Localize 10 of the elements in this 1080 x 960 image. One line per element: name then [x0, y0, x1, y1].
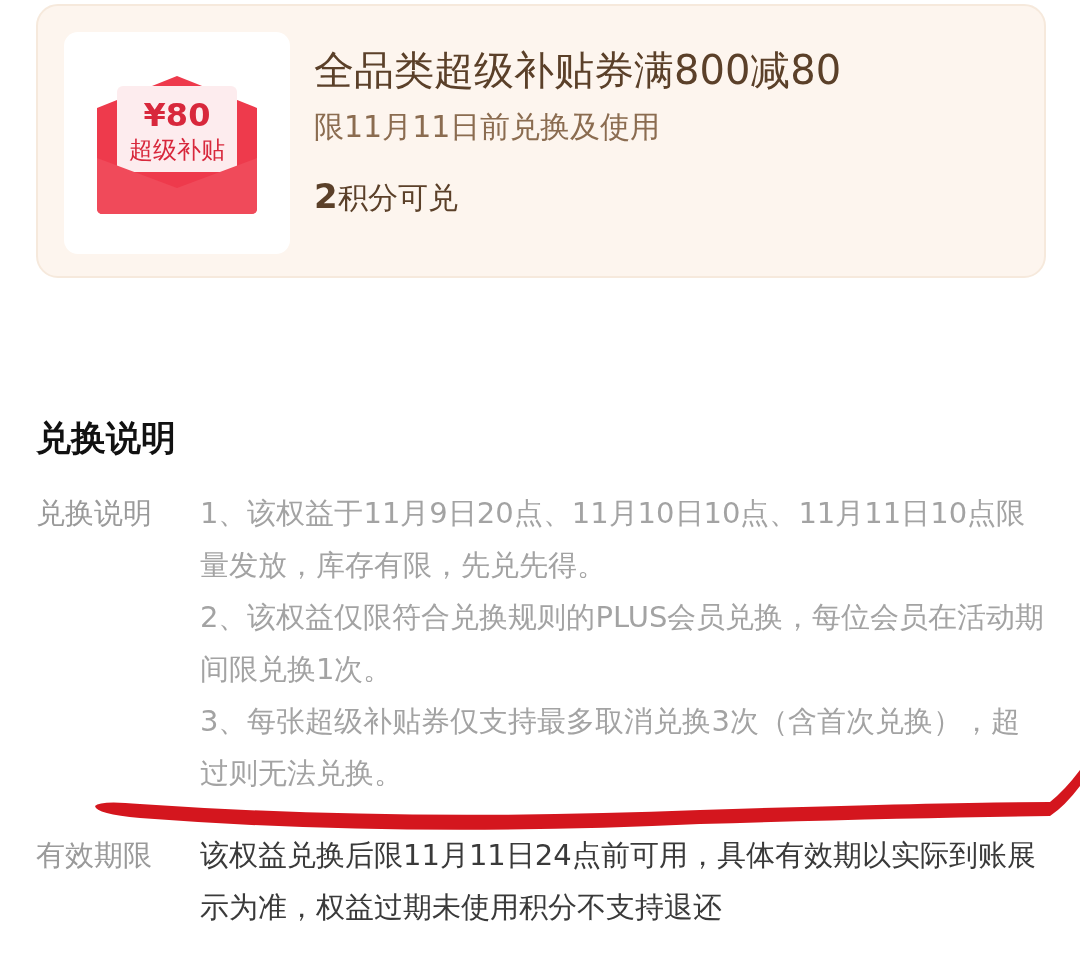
- section-heading: 兑换说明: [36, 417, 177, 460]
- rule-text: 2、该权益仅限符合兑换规则的PLUS会员兑换，每位会员在活动期间限兑换1次。: [200, 598, 1046, 688]
- rule-text: 3、每张超级补贴券仅支持最多取消兑换3次（含首次兑换），超过则无法兑换。: [200, 702, 1021, 792]
- deadline-text: 限11月11日前兑换及使用: [314, 108, 662, 146]
- row-label: 有效期限: [36, 836, 153, 874]
- points-price: 2积分可兑: [314, 175, 459, 218]
- rule-text: 该权益兑换后限11月11日24点前可用，具体有效期以实际到账展示为准，权益过期未使用积分不支持退还: [200, 836, 1037, 926]
- rule-text: 1、该权益于11月9日20点、11月10日10点、11月11日10点限量发放，库存有限，先兑先得。: [200, 494, 1027, 584]
- coupon-title: 全品类超级补贴券满800减80: [314, 46, 842, 94]
- row-label: 兑换说明: [36, 494, 153, 532]
